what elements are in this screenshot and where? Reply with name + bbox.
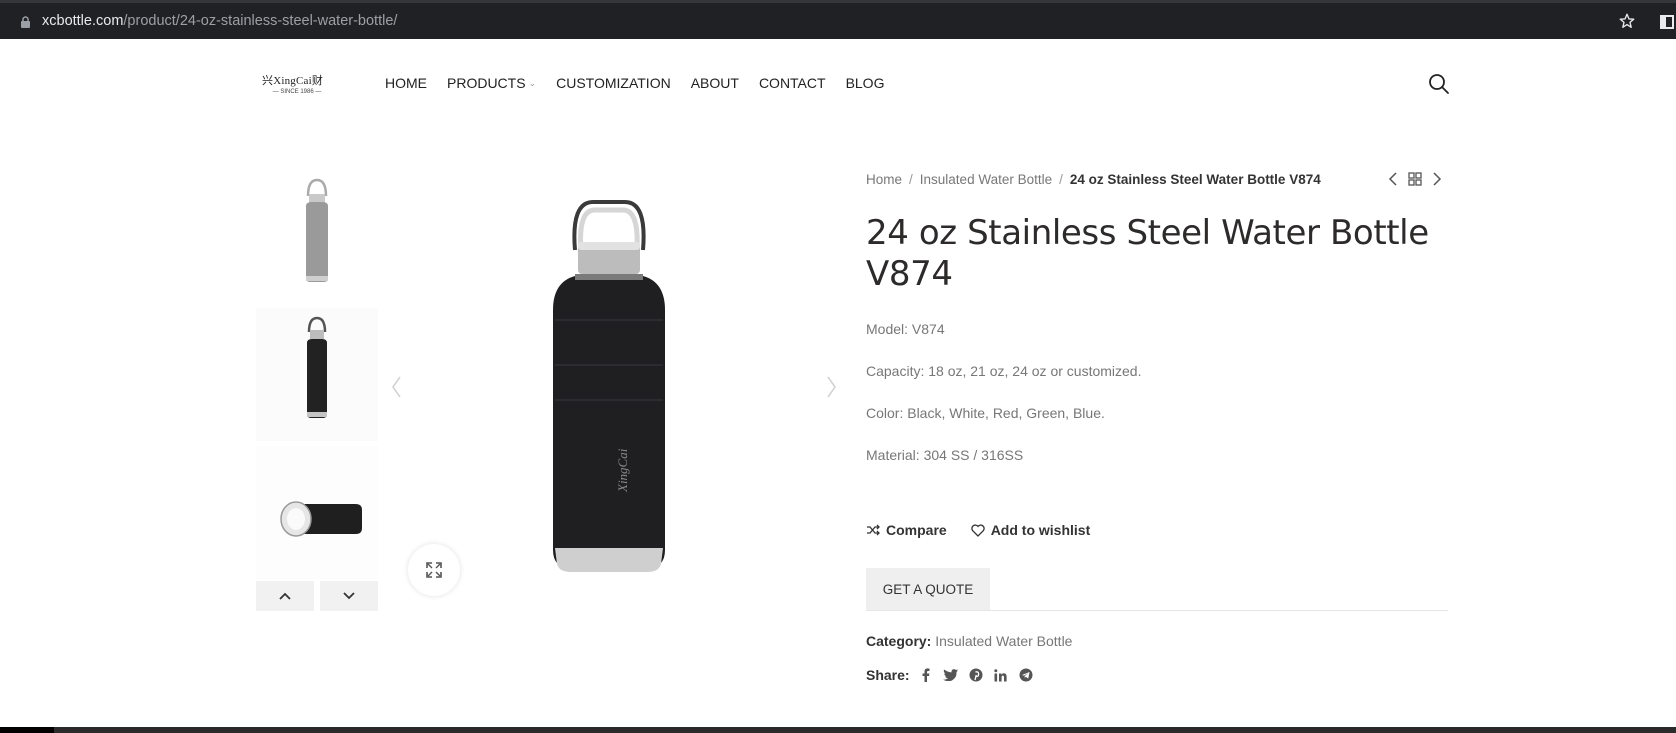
side-panel-icon[interactable] — [1660, 15, 1674, 29]
prev-product-icon[interactable] — [1388, 172, 1398, 186]
url-field[interactable]: xcbottle.com/product/24-oz-stainless-ste… — [42, 13, 397, 29]
nav-home[interactable]: HOME — [385, 75, 427, 91]
compare-label: Compare — [886, 522, 947, 538]
nav-blog[interactable]: BLOG — [846, 75, 885, 91]
linkedin-icon[interactable] — [993, 667, 1009, 683]
bottom-bar — [0, 727, 1676, 733]
nav-customization[interactable]: CUSTOMIZATION — [556, 75, 671, 91]
nav-label: PRODUCTS — [447, 75, 526, 91]
expand-icon — [426, 562, 442, 578]
site-logo[interactable]: 兴XingCai财 — SINCE 1986 — — [262, 72, 332, 98]
twitter-icon[interactable] — [943, 667, 959, 683]
browser-address-bar: xcbottle.com/product/24-oz-stainless-ste… — [0, 0, 1676, 39]
bottle-lying-thumb[interactable] — [256, 446, 378, 579]
thumbnail-down-button[interactable] — [320, 581, 378, 611]
compare-button[interactable]: Compare — [866, 522, 947, 538]
next-product-icon[interactable] — [1432, 172, 1442, 186]
chevron-down-icon — [343, 592, 355, 600]
lock-icon — [21, 16, 30, 28]
nav-products[interactable]: PRODUCTS ⌄ — [447, 75, 536, 91]
thumbnail-list — [256, 170, 378, 584]
nav-label: ABOUT — [690, 75, 739, 91]
product-actions: Compare Add to wishlist — [866, 522, 1090, 538]
logo-text: 兴XingCai财 — [262, 75, 324, 87]
breadcrumb-current: 24 oz Stainless Steel Water Bottle V874 — [1069, 171, 1321, 187]
product-navigation — [1388, 172, 1442, 186]
nav-label: CONTACT — [758, 75, 826, 91]
nav-label: HOME — [385, 75, 427, 91]
nav-about[interactable]: ABOUT — [691, 75, 739, 91]
bottom-bar-segment — [0, 727, 54, 733]
black-bottle-thumb[interactable] — [256, 308, 378, 441]
breadcrumb-separator: / — [1059, 171, 1063, 187]
site-header: 兴XingCai财 — SINCE 1986 — HOME PRODUCTS ⌄ … — [0, 39, 1676, 129]
pinterest-icon[interactable] — [968, 667, 984, 683]
facebook-icon[interactable] — [918, 667, 934, 683]
category-label: Category: — [866, 633, 932, 649]
fullscreen-button[interactable] — [408, 544, 460, 596]
breadcrumb: Home / Insulated Water Bottle / 24 oz St… — [866, 168, 1448, 190]
bottle-brand-text: XingCai — [615, 448, 630, 493]
nav-contact[interactable]: CONTACT — [759, 75, 826, 91]
bookmark-star-icon[interactable] — [1618, 12, 1636, 30]
chevron-down-icon: ⌄ — [528, 77, 537, 88]
divider — [866, 610, 1448, 611]
nav-label: CUSTOMIZATION — [556, 75, 671, 91]
breadcrumb-separator: / — [909, 171, 913, 187]
breadcrumb-home[interactable]: Home — [866, 172, 902, 187]
chevron-right-icon[interactable] — [826, 375, 838, 399]
get-quote-button[interactable]: GET A QUOTE — [866, 568, 990, 610]
spec-material: Material: 304 SS / 316SS — [866, 447, 1024, 463]
product-title: 24 oz Stainless Steel Water Bottle V874 — [866, 213, 1429, 294]
main-product-image[interactable]: XingCai — [395, 170, 835, 610]
chevron-up-icon — [279, 592, 291, 600]
heart-icon — [970, 523, 985, 537]
wishlist-button[interactable]: Add to wishlist — [970, 522, 1091, 538]
url-host: xcbottle.com — [42, 13, 124, 29]
thumbnail-nav — [256, 581, 378, 611]
grey-bottle-thumb[interactable] — [256, 170, 378, 303]
spec-capacity: Capacity: 18 oz, 21 oz, 24 oz or customi… — [866, 363, 1142, 379]
logo-tagline: — SINCE 1986 — — [272, 89, 322, 95]
shuffle-icon — [867, 524, 880, 536]
spec-color: Color: Black, White, Red, Green, Blue. — [866, 405, 1105, 421]
product-category: Category: Insulated Water Bottle — [866, 633, 1072, 649]
telegram-icon[interactable] — [1018, 667, 1034, 683]
main-nav: HOME PRODUCTS ⌄ CUSTOMIZATION ABOUT CONTA… — [385, 75, 904, 91]
url-path: /product/24-oz-stainless-steel-water-bot… — [123, 13, 398, 29]
search-icon[interactable] — [1428, 73, 1450, 95]
product-summary: Home / Insulated Water Bottle / 24 oz St… — [866, 168, 1448, 683]
wishlist-label: Add to wishlist — [990, 522, 1091, 538]
spec-model: Model: V874 — [866, 321, 945, 337]
share-label: Share: — [866, 667, 910, 683]
grid-icon[interactable] — [1408, 172, 1422, 186]
category-link[interactable]: Insulated Water Bottle — [935, 633, 1072, 649]
chevron-left-icon[interactable] — [390, 375, 402, 399]
share-row: Share: — [866, 667, 1043, 683]
breadcrumb-category[interactable]: Insulated Water Bottle — [920, 172, 1052, 187]
nav-label: BLOG — [845, 75, 885, 91]
thumbnail-up-button[interactable] — [256, 581, 314, 611]
